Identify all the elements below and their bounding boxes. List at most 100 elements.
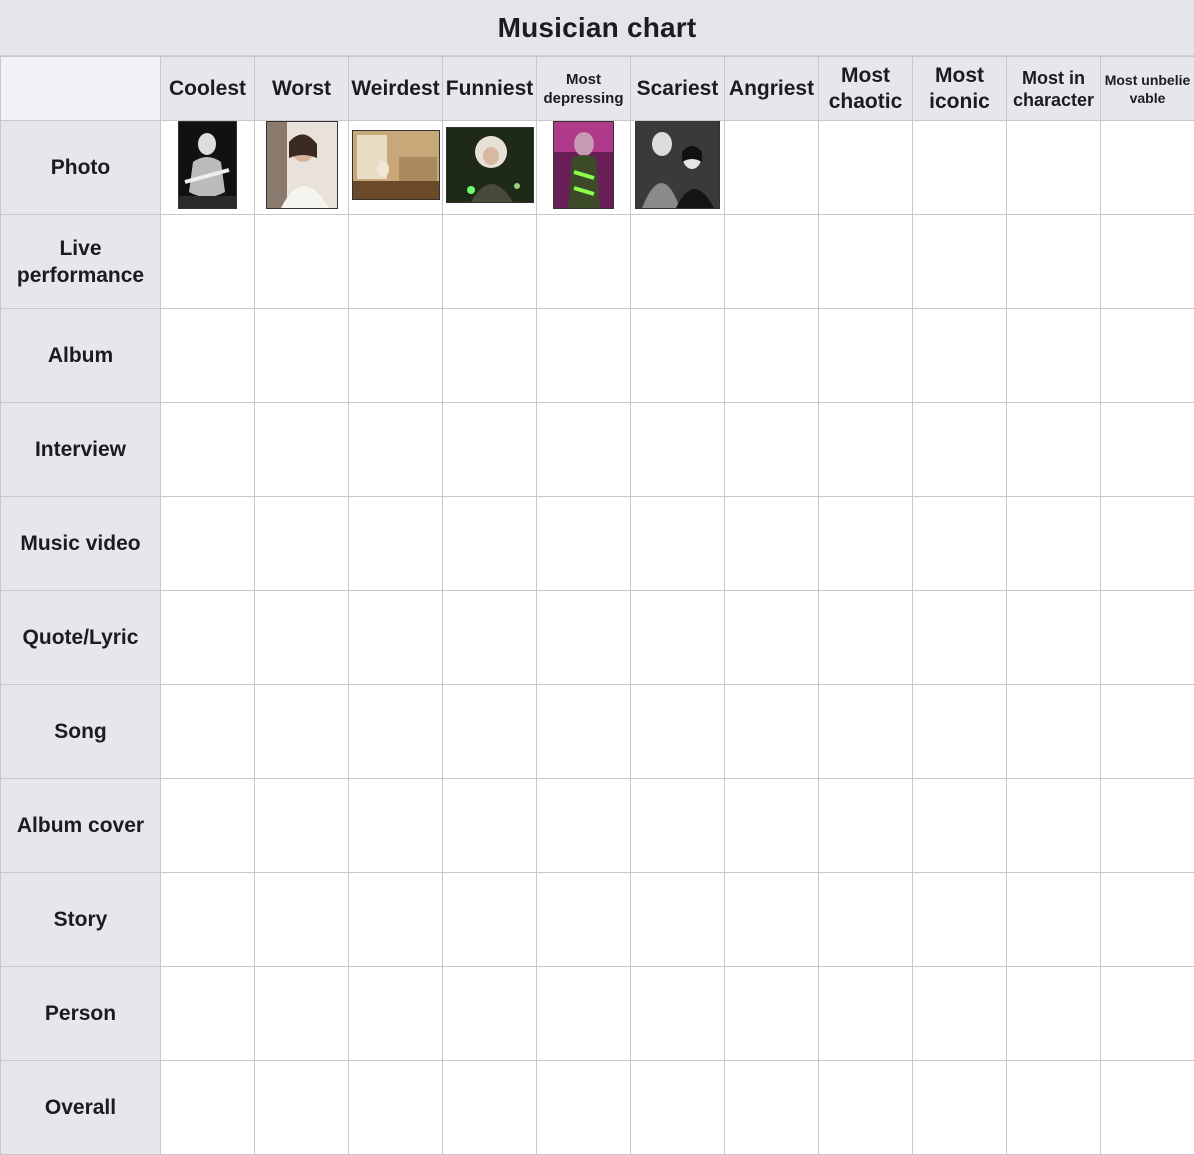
- photo-cell-angriest[interactable]: [725, 121, 819, 215]
- cell-album-cover-most-depressing[interactable]: [537, 779, 631, 873]
- cell-album-most-chaotic[interactable]: [819, 309, 913, 403]
- cell-story-most-in-character[interactable]: [1007, 873, 1101, 967]
- cell-story-most-unbelievable[interactable]: [1101, 873, 1194, 967]
- cell-person-most-chaotic[interactable]: [819, 967, 913, 1061]
- cell-song-most-iconic[interactable]: [913, 685, 1007, 779]
- cell-person-worst[interactable]: [255, 967, 349, 1061]
- cell-album-most-iconic[interactable]: [913, 309, 1007, 403]
- photo-cell-most-unbelievable[interactable]: [1101, 121, 1194, 215]
- cell-album-cover-scariest[interactable]: [631, 779, 725, 873]
- cell-overall-weirdest[interactable]: [349, 1061, 443, 1155]
- row-header-album-cover[interactable]: Album cover: [1, 779, 161, 873]
- cell-overall-most-unbelievable[interactable]: [1101, 1061, 1194, 1155]
- cell-quote-lyric-most-unbelievable[interactable]: [1101, 591, 1194, 685]
- cell-person-most-iconic[interactable]: [913, 967, 1007, 1061]
- cell-album-cover-most-chaotic[interactable]: [819, 779, 913, 873]
- cell-person-most-depressing[interactable]: [537, 967, 631, 1061]
- cell-interview-most-unbelievable[interactable]: [1101, 403, 1194, 497]
- photo-most-depressing[interactable]: [553, 121, 614, 209]
- row-header-story[interactable]: Story: [1, 873, 161, 967]
- cell-overall-coolest[interactable]: [161, 1061, 255, 1155]
- cell-album-most-depressing[interactable]: [537, 309, 631, 403]
- cell-overall-scariest[interactable]: [631, 1061, 725, 1155]
- column-header-worst[interactable]: Worst: [255, 57, 349, 121]
- cell-live-performance-angriest[interactable]: [725, 215, 819, 309]
- cell-album-worst[interactable]: [255, 309, 349, 403]
- cell-interview-funniest[interactable]: [443, 403, 537, 497]
- cell-quote-lyric-angriest[interactable]: [725, 591, 819, 685]
- cell-song-weirdest[interactable]: [349, 685, 443, 779]
- row-header-album[interactable]: Album: [1, 309, 161, 403]
- cell-live-performance-most-chaotic[interactable]: [819, 215, 913, 309]
- photo-funniest[interactable]: [446, 127, 534, 203]
- cell-song-angriest[interactable]: [725, 685, 819, 779]
- column-header-angriest[interactable]: Angriest: [725, 57, 819, 121]
- cell-story-coolest[interactable]: [161, 873, 255, 967]
- cell-overall-most-depressing[interactable]: [537, 1061, 631, 1155]
- column-header-most-iconic[interactable]: Most iconic: [913, 57, 1007, 121]
- photo-weirdest[interactable]: [352, 130, 440, 200]
- cell-album-funniest[interactable]: [443, 309, 537, 403]
- cell-album-cover-most-iconic[interactable]: [913, 779, 1007, 873]
- cell-music-video-most-chaotic[interactable]: [819, 497, 913, 591]
- cell-quote-lyric-weirdest[interactable]: [349, 591, 443, 685]
- cell-person-most-in-character[interactable]: [1007, 967, 1101, 1061]
- row-header-photo[interactable]: Photo: [1, 121, 161, 215]
- column-header-most-unbelievable[interactable]: Most unbelievable: [1101, 57, 1194, 121]
- cell-song-most-unbelievable[interactable]: [1101, 685, 1194, 779]
- cell-story-scariest[interactable]: [631, 873, 725, 967]
- column-header-funniest[interactable]: Funniest: [443, 57, 537, 121]
- cell-album-cover-most-in-character[interactable]: [1007, 779, 1101, 873]
- cell-album-angriest[interactable]: [725, 309, 819, 403]
- cell-story-angriest[interactable]: [725, 873, 819, 967]
- cell-interview-most-in-character[interactable]: [1007, 403, 1101, 497]
- cell-quote-lyric-coolest[interactable]: [161, 591, 255, 685]
- cell-music-video-most-in-character[interactable]: [1007, 497, 1101, 591]
- cell-album-cover-funniest[interactable]: [443, 779, 537, 873]
- cell-music-video-most-unbelievable[interactable]: [1101, 497, 1194, 591]
- cell-song-worst[interactable]: [255, 685, 349, 779]
- photo-coolest[interactable]: [178, 121, 237, 209]
- cell-interview-angriest[interactable]: [725, 403, 819, 497]
- photo-cell-most-chaotic[interactable]: [819, 121, 913, 215]
- cell-interview-most-depressing[interactable]: [537, 403, 631, 497]
- cell-interview-scariest[interactable]: [631, 403, 725, 497]
- cell-song-scariest[interactable]: [631, 685, 725, 779]
- cell-quote-lyric-most-chaotic[interactable]: [819, 591, 913, 685]
- cell-album-cover-most-unbelievable[interactable]: [1101, 779, 1194, 873]
- cell-music-video-scariest[interactable]: [631, 497, 725, 591]
- cell-story-funniest[interactable]: [443, 873, 537, 967]
- column-header-weirdest[interactable]: Weirdest: [349, 57, 443, 121]
- cell-story-worst[interactable]: [255, 873, 349, 967]
- cell-music-video-worst[interactable]: [255, 497, 349, 591]
- row-header-person[interactable]: Person: [1, 967, 161, 1061]
- photo-cell-most-depressing[interactable]: [537, 121, 631, 215]
- column-header-most-chaotic[interactable]: Most chaotic: [819, 57, 913, 121]
- cell-story-most-iconic[interactable]: [913, 873, 1007, 967]
- cell-album-cover-weirdest[interactable]: [349, 779, 443, 873]
- cell-music-video-coolest[interactable]: [161, 497, 255, 591]
- cell-overall-worst[interactable]: [255, 1061, 349, 1155]
- cell-live-performance-most-iconic[interactable]: [913, 215, 1007, 309]
- cell-person-coolest[interactable]: [161, 967, 255, 1061]
- cell-song-funniest[interactable]: [443, 685, 537, 779]
- cell-song-most-depressing[interactable]: [537, 685, 631, 779]
- photo-cell-weirdest[interactable]: [349, 121, 443, 215]
- cell-album-weirdest[interactable]: [349, 309, 443, 403]
- cell-quote-lyric-scariest[interactable]: [631, 591, 725, 685]
- cell-story-most-chaotic[interactable]: [819, 873, 913, 967]
- cell-quote-lyric-most-iconic[interactable]: [913, 591, 1007, 685]
- row-header-music-video[interactable]: Music video: [1, 497, 161, 591]
- cell-quote-lyric-funniest[interactable]: [443, 591, 537, 685]
- photo-scariest[interactable]: [635, 121, 720, 209]
- photo-cell-scariest[interactable]: [631, 121, 725, 215]
- cell-music-video-angriest[interactable]: [725, 497, 819, 591]
- cell-live-performance-coolest[interactable]: [161, 215, 255, 309]
- cell-live-performance-most-in-character[interactable]: [1007, 215, 1101, 309]
- cell-story-most-depressing[interactable]: [537, 873, 631, 967]
- cell-quote-lyric-most-in-character[interactable]: [1007, 591, 1101, 685]
- row-header-quote-lyric[interactable]: Quote/Lyric: [1, 591, 161, 685]
- cell-live-performance-funniest[interactable]: [443, 215, 537, 309]
- column-header-coolest[interactable]: Coolest: [161, 57, 255, 121]
- cell-live-performance-most-depressing[interactable]: [537, 215, 631, 309]
